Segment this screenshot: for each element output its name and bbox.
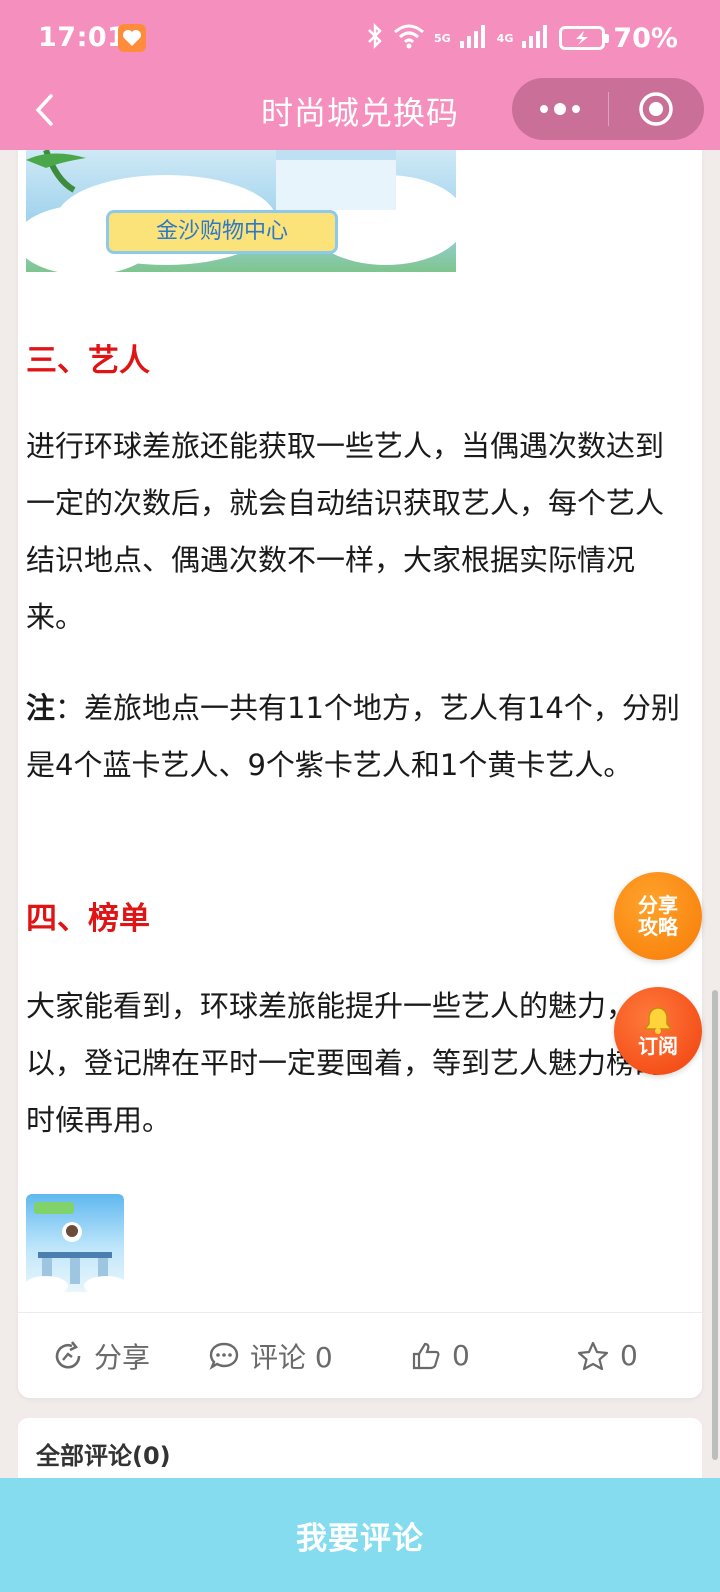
- scrollbar[interactable]: [712, 990, 718, 1460]
- share-guide-floating-button[interactable]: 分享 攻略: [614, 872, 702, 960]
- section-heading-rankings: 四、榜单: [26, 901, 150, 937]
- close-mini-program-button[interactable]: [609, 78, 705, 140]
- bluetooth-icon: [366, 22, 384, 54]
- banner-label: 金沙购物中心: [106, 210, 338, 254]
- comment-icon: [209, 1342, 239, 1370]
- target-close-icon: [639, 92, 673, 126]
- wifi-icon: [392, 22, 426, 54]
- mini-program-capsule: [512, 78, 704, 140]
- title-bar: 时尚城兑换码: [0, 78, 720, 150]
- more-dots-icon: [539, 103, 580, 115]
- article-card: 金沙购物中心 三、艺人 进行环球差旅还能获取一些艺人，当偶遇次数达到一定的次数后…: [18, 150, 702, 1398]
- comment-button[interactable]: 评论 0: [208, 1313, 333, 1398]
- note-text: ：差旅地点一共有11个地方，艺人有14个，分别是4个蓝卡艺人、9个紫卡艺人和1个…: [26, 691, 680, 782]
- singapore-illustration: [26, 1202, 124, 1292]
- notification-app-icon: [118, 24, 146, 52]
- comments-title: 全部评论(0): [36, 1442, 171, 1470]
- share-button[interactable]: 分享: [52, 1313, 150, 1398]
- status-time: 17:01: [38, 22, 127, 53]
- subscribe-label: 订阅: [638, 1034, 678, 1058]
- banner-image[interactable]: 金沙购物中心: [26, 150, 456, 272]
- comment-count: 评论 0: [250, 1340, 333, 1374]
- section-heading-artists: 三、艺人: [26, 343, 150, 379]
- subscribe-floating-button[interactable]: 订阅: [614, 987, 702, 1075]
- thumbs-up-icon: [412, 1342, 440, 1369]
- write-comment-button[interactable]: 我要评论: [0, 1478, 720, 1592]
- paragraph-artists: 进行环球差旅还能获取一些艺人，当偶遇次数达到一定的次数后，就会自动结识获取艺人，…: [26, 429, 665, 634]
- network-5g-label: 5G: [433, 31, 451, 45]
- comments-section: 全部评论(0): [18, 1418, 702, 1478]
- favorite-count: 0: [620, 1339, 638, 1372]
- signal-4g-icon: [521, 23, 551, 53]
- battery-percent: 70%: [613, 22, 678, 54]
- network-4g-label: 4G: [496, 31, 514, 45]
- write-comment-label: 我要评论: [296, 1520, 424, 1557]
- favorite-button[interactable]: 0: [576, 1313, 638, 1398]
- thumbnail-image[interactable]: [26, 1194, 124, 1292]
- status-indicators: 5G 4G 70%: [366, 22, 678, 54]
- like-button[interactable]: 0: [410, 1313, 470, 1398]
- share-guide-line2: 攻略: [638, 915, 678, 939]
- paragraph-note: 注：差旅地点一共有11个地方，艺人有14个，分别是4个蓝卡艺人、9个紫卡艺人和1…: [26, 680, 686, 794]
- share-icon: [55, 1340, 81, 1368]
- share-label: 分享: [94, 1340, 151, 1374]
- more-button[interactable]: [512, 78, 608, 140]
- status-bar: 17:01 5G 4G 70%: [0, 0, 720, 78]
- signal-5g-icon: [459, 23, 489, 53]
- bell-icon: [643, 1007, 673, 1034]
- battery-icon: [559, 26, 610, 50]
- like-count: 0: [452, 1339, 470, 1372]
- note-label: 注: [26, 691, 56, 725]
- paragraph-rankings: 大家能看到，环球差旅能提升一些艺人的魅力，所以，登记牌在平时一定要囤着，等到艺人…: [26, 989, 665, 1137]
- share-guide-line1: 分享: [638, 893, 678, 917]
- header: 17:01 5G 4G 70% 时尚城兑换码: [0, 0, 720, 150]
- star-icon: [577, 1341, 609, 1370]
- article-actions: 分享 评论 0 0 0: [18, 1313, 702, 1398]
